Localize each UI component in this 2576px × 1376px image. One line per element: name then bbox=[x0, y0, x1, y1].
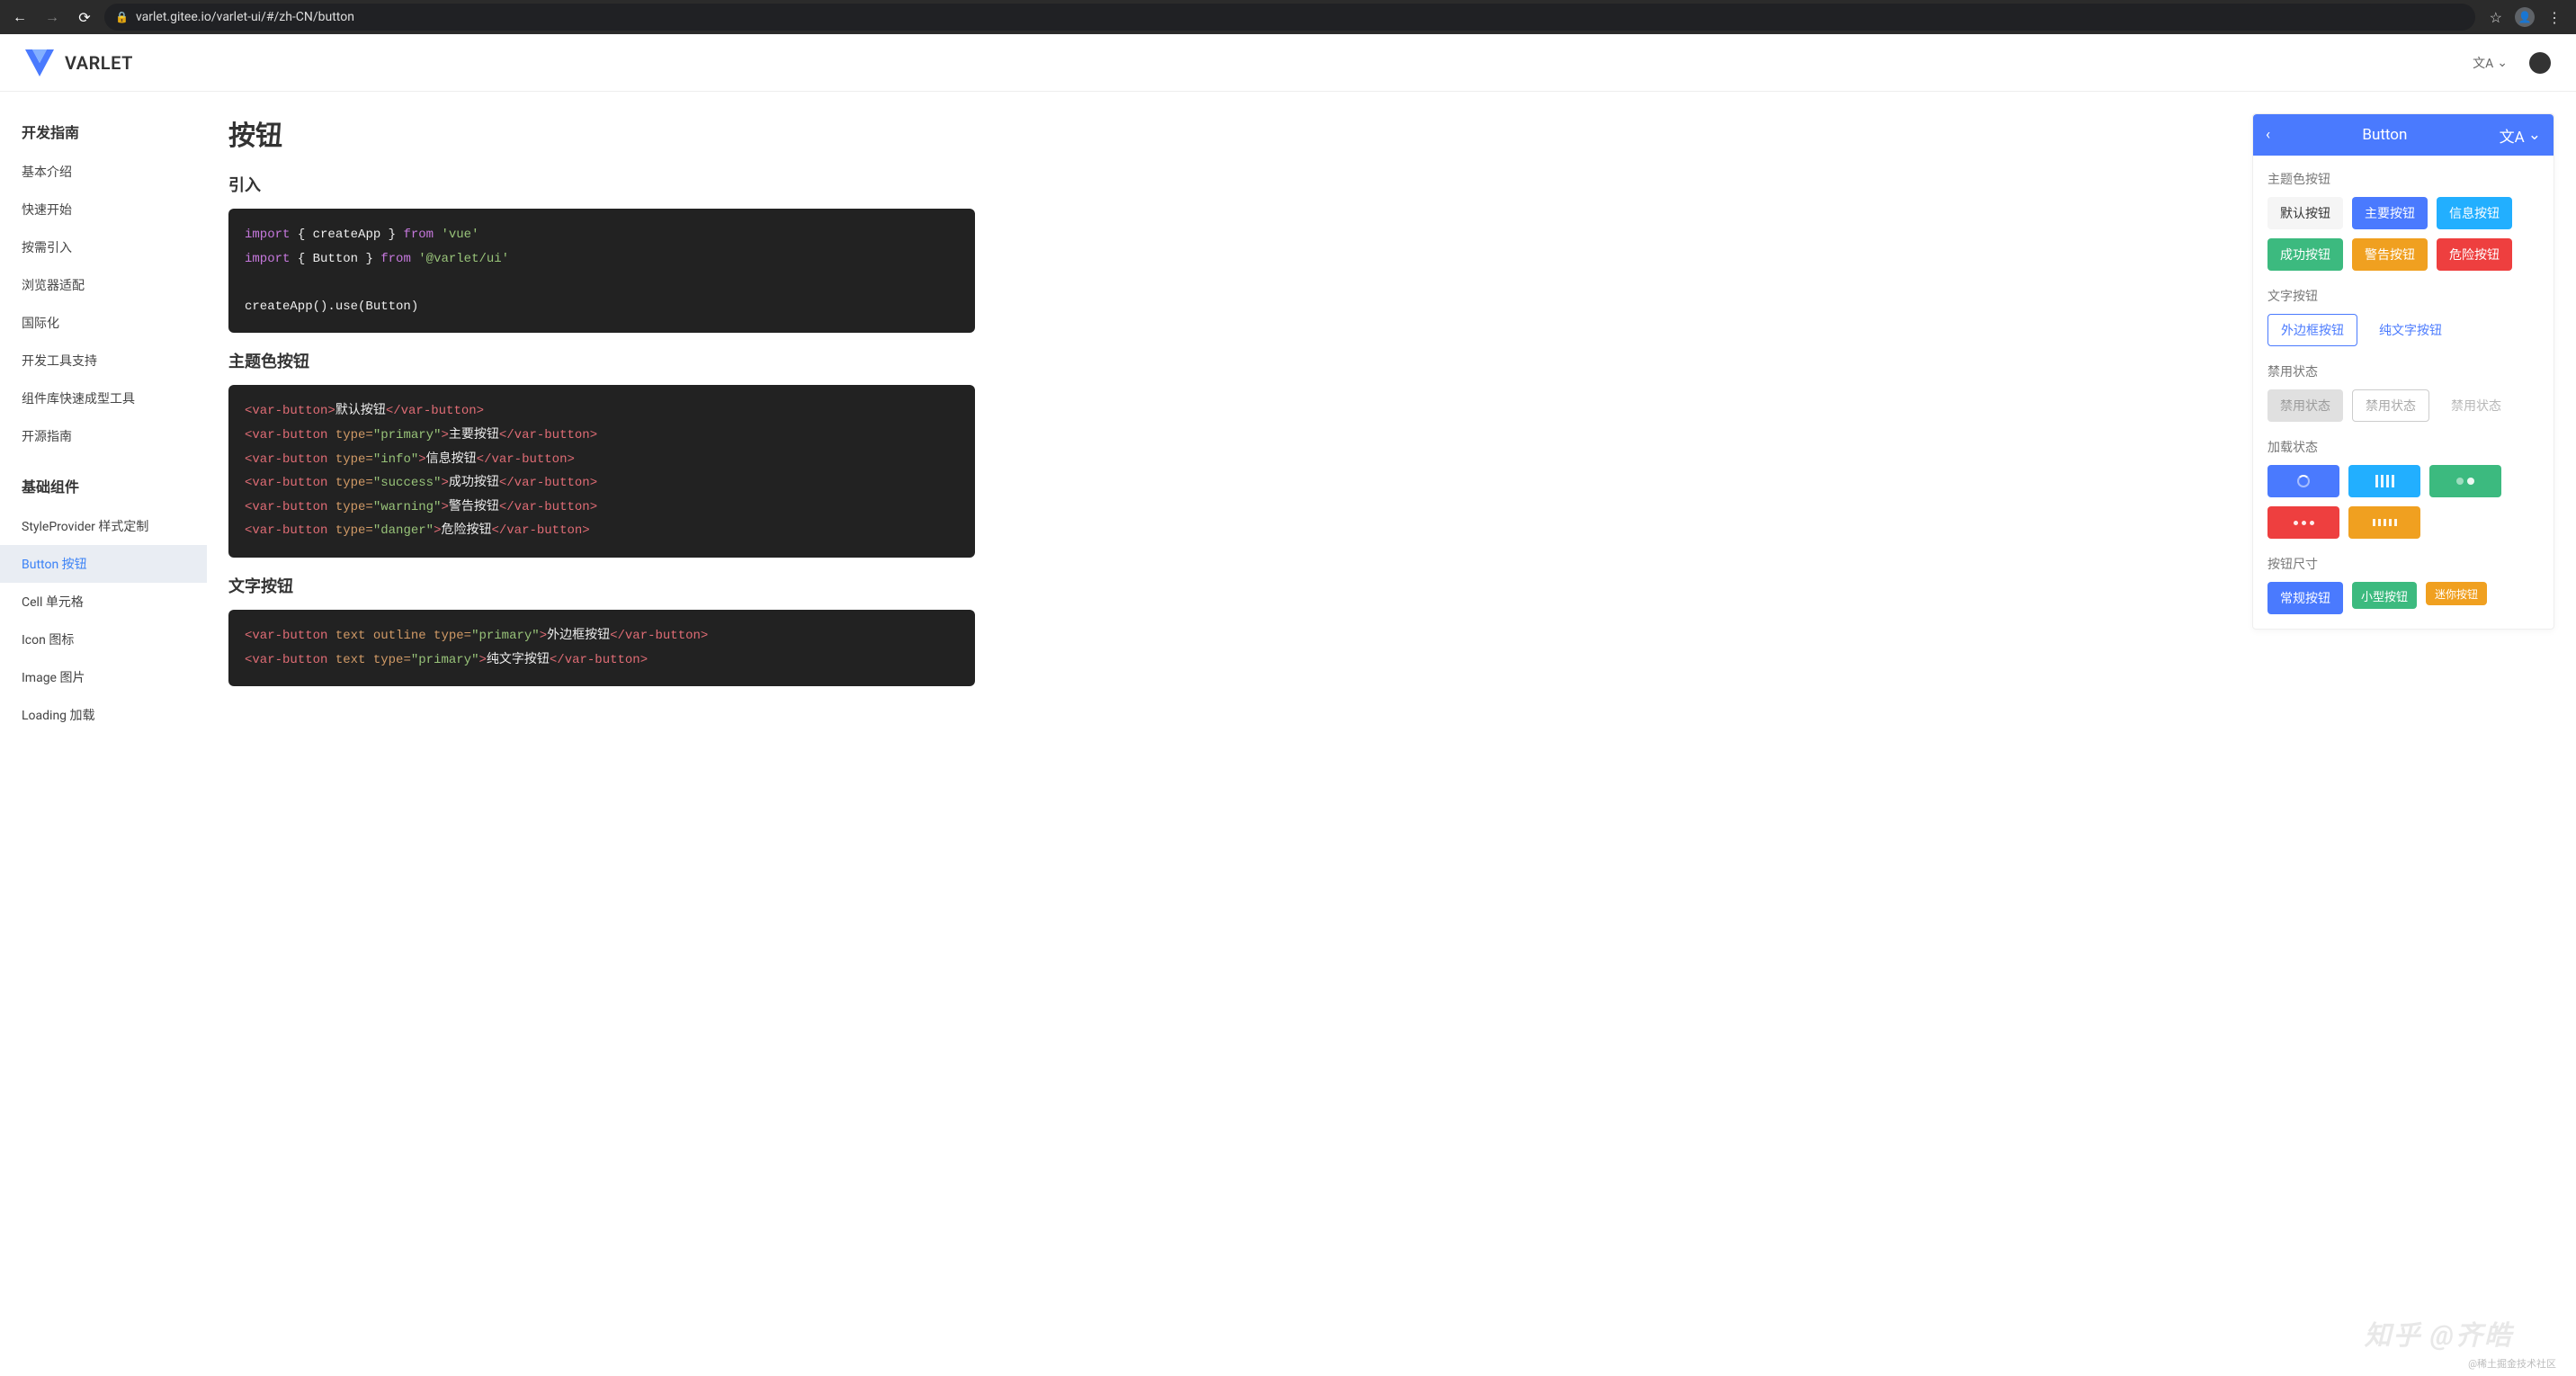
code-block-import: import { createApp } from 'vue' import {… bbox=[228, 209, 975, 333]
preview-back-icon[interactable]: ‹ bbox=[2266, 126, 2270, 144]
demo-button-default[interactable]: 默认按钮 bbox=[2267, 197, 2343, 229]
sidebar-item[interactable]: Cell 单元格 bbox=[0, 583, 207, 621]
group-label: 禁用状态 bbox=[2267, 362, 2539, 380]
profile-avatar[interactable]: 👤 bbox=[2515, 7, 2535, 27]
demo-button-danger[interactable]: 危险按钮 bbox=[2437, 238, 2512, 271]
kebab-menu-icon[interactable]: ⋮ bbox=[2547, 9, 2562, 26]
brand-name: VARLET bbox=[65, 52, 133, 74]
sidebar-item[interactable]: 开发工具支持 bbox=[0, 342, 207, 380]
bookmark-star-icon[interactable]: ☆ bbox=[2490, 9, 2502, 26]
group-label: 主题色按钮 bbox=[2267, 170, 2539, 188]
section-theme-title: 主题色按钮 bbox=[228, 349, 975, 372]
browser-chrome: ← → ⟳ 🔒 varlet.gitee.io/varlet-ui/#/zh-C… bbox=[0, 0, 2576, 34]
varlet-logo-icon bbox=[25, 49, 54, 76]
group-label: 按钮尺寸 bbox=[2267, 555, 2539, 573]
demo-button-normal[interactable]: 常规按钮 bbox=[2267, 582, 2343, 614]
preview-pane: ‹ Button 文A ⌄ 主题色按钮 默认按钮 主要按钮 信息按钮 成功按钮 … bbox=[2252, 113, 2554, 630]
sidebar-item[interactable]: 组件库快速成型工具 bbox=[0, 380, 207, 417]
preview-title: Button bbox=[2362, 126, 2407, 144]
code-block-text: <var-button text outline type="primary">… bbox=[228, 610, 975, 686]
nav-forward-icon[interactable]: → bbox=[40, 8, 65, 26]
nav-back-icon[interactable]: ← bbox=[7, 8, 32, 26]
demo-button-small[interactable]: 小型按钮 bbox=[2352, 582, 2417, 609]
demo-button-disabled: 禁用状态 bbox=[2267, 389, 2343, 422]
section-text-title: 文字按钮 bbox=[228, 574, 975, 597]
demo-button-loading-rect[interactable] bbox=[2348, 506, 2420, 539]
sidebar-item[interactable]: 国际化 bbox=[0, 304, 207, 342]
page-title: 按钮 bbox=[228, 113, 975, 153]
demo-button-mini[interactable]: 迷你按钮 bbox=[2426, 582, 2487, 605]
watermark-large: 知乎 @齐皓 bbox=[2365, 1313, 2513, 1353]
sidebar-item[interactable]: Image 图片 bbox=[0, 658, 207, 696]
dots-icon bbox=[2294, 521, 2314, 525]
demo-button-success[interactable]: 成功按钮 bbox=[2267, 238, 2343, 271]
demo-button-disabled-outline: 禁用状态 bbox=[2352, 389, 2429, 422]
bars-icon bbox=[2375, 475, 2394, 487]
sidebar-item[interactable]: Loading 加载 bbox=[0, 696, 207, 734]
section-import-title: 引入 bbox=[228, 173, 975, 196]
preview-group-loading: 加载状态 bbox=[2267, 438, 2539, 539]
sidebar-item[interactable]: 按需引入 bbox=[0, 228, 207, 266]
spinner-icon bbox=[2297, 475, 2310, 487]
preview-group-text: 文字按钮 外边框按钮 纯文字按钮 bbox=[2267, 287, 2539, 346]
preview-header: ‹ Button 文A ⌄ bbox=[2253, 114, 2554, 156]
chevron-down-icon: ⌄ bbox=[2497, 56, 2508, 70]
sidebar-item[interactable]: StyleProvider 样式定制 bbox=[0, 507, 207, 545]
watermark-small: @稀土掘金技术社区 bbox=[2468, 1356, 2556, 1371]
group-label: 加载状态 bbox=[2267, 438, 2539, 456]
address-bar[interactable]: 🔒 varlet.gitee.io/varlet-ui/#/zh-CN/butt… bbox=[104, 4, 2475, 31]
sidebar-item[interactable]: 开源指南 bbox=[0, 417, 207, 455]
demo-button-loading-bars[interactable] bbox=[2348, 465, 2420, 497]
code-block-theme: <var-button>默认按钮</var-button> <var-butto… bbox=[228, 385, 975, 558]
main-content: 按钮 引入 import { createApp } from 'vue' im… bbox=[207, 92, 2576, 1376]
preview-group-theme: 主题色按钮 默认按钮 主要按钮 信息按钮 成功按钮 警告按钮 危险按钮 bbox=[2267, 170, 2539, 271]
demo-button-loading-dots[interactable] bbox=[2267, 506, 2339, 539]
sidebar-item-button[interactable]: Button 按钮 bbox=[0, 545, 207, 583]
preview-lang-toggle[interactable]: 文A ⌄ bbox=[2500, 124, 2541, 147]
sidebar-section-basic: 基础组件 bbox=[0, 468, 207, 507]
sidebar-item[interactable]: Icon 图标 bbox=[0, 621, 207, 658]
demo-button-warning[interactable]: 警告按钮 bbox=[2352, 238, 2428, 271]
translate-icon: 文A bbox=[2473, 54, 2493, 72]
rect-icon bbox=[2373, 519, 2397, 526]
chrome-actions: ☆ 👤 ⋮ bbox=[2482, 7, 2569, 27]
sidebar-item[interactable]: 浏览器适配 bbox=[0, 266, 207, 304]
sidebar: 开发指南 基本介绍 快速开始 按需引入 浏览器适配 国际化 开发工具支持 组件库… bbox=[0, 92, 207, 1376]
preview-group-disabled: 禁用状态 禁用状态 禁用状态 禁用状态 bbox=[2267, 362, 2539, 422]
demo-button-loading-pulse[interactable] bbox=[2429, 465, 2501, 497]
pulse-icon bbox=[2456, 478, 2474, 485]
translate-icon: 文A bbox=[2500, 124, 2525, 147]
demo-button-text[interactable]: 纯文字按钮 bbox=[2366, 314, 2455, 346]
header-actions: 文A ⌄ bbox=[2473, 52, 2551, 74]
nav-reload-icon[interactable]: ⟳ bbox=[72, 9, 97, 26]
url-text: varlet.gitee.io/varlet-ui/#/zh-CN/button bbox=[136, 10, 354, 24]
sidebar-item[interactable]: 基本介绍 bbox=[0, 153, 207, 191]
lock-icon: 🔒 bbox=[115, 11, 129, 23]
app-header: VARLET 文A ⌄ bbox=[0, 34, 2576, 92]
chevron-down-icon: ⌄ bbox=[2528, 126, 2541, 144]
brand[interactable]: VARLET bbox=[25, 49, 133, 76]
demo-button-outline[interactable]: 外边框按钮 bbox=[2267, 314, 2357, 346]
github-icon[interactable] bbox=[2529, 52, 2551, 74]
layout: 开发指南 基本介绍 快速开始 按需引入 浏览器适配 国际化 开发工具支持 组件库… bbox=[0, 92, 2576, 1376]
demo-button-disabled-text: 禁用状态 bbox=[2438, 389, 2514, 422]
sidebar-item[interactable]: 快速开始 bbox=[0, 191, 207, 228]
preview-group-size: 按钮尺寸 常规按钮 小型按钮 迷你按钮 bbox=[2267, 555, 2539, 614]
group-label: 文字按钮 bbox=[2267, 287, 2539, 305]
demo-button-loading-spinner[interactable] bbox=[2267, 465, 2339, 497]
demo-button-primary[interactable]: 主要按钮 bbox=[2352, 197, 2428, 229]
language-toggle[interactable]: 文A ⌄ bbox=[2473, 54, 2508, 72]
demo-button-info[interactable]: 信息按钮 bbox=[2437, 197, 2512, 229]
sidebar-section-guide: 开发指南 bbox=[0, 113, 207, 153]
